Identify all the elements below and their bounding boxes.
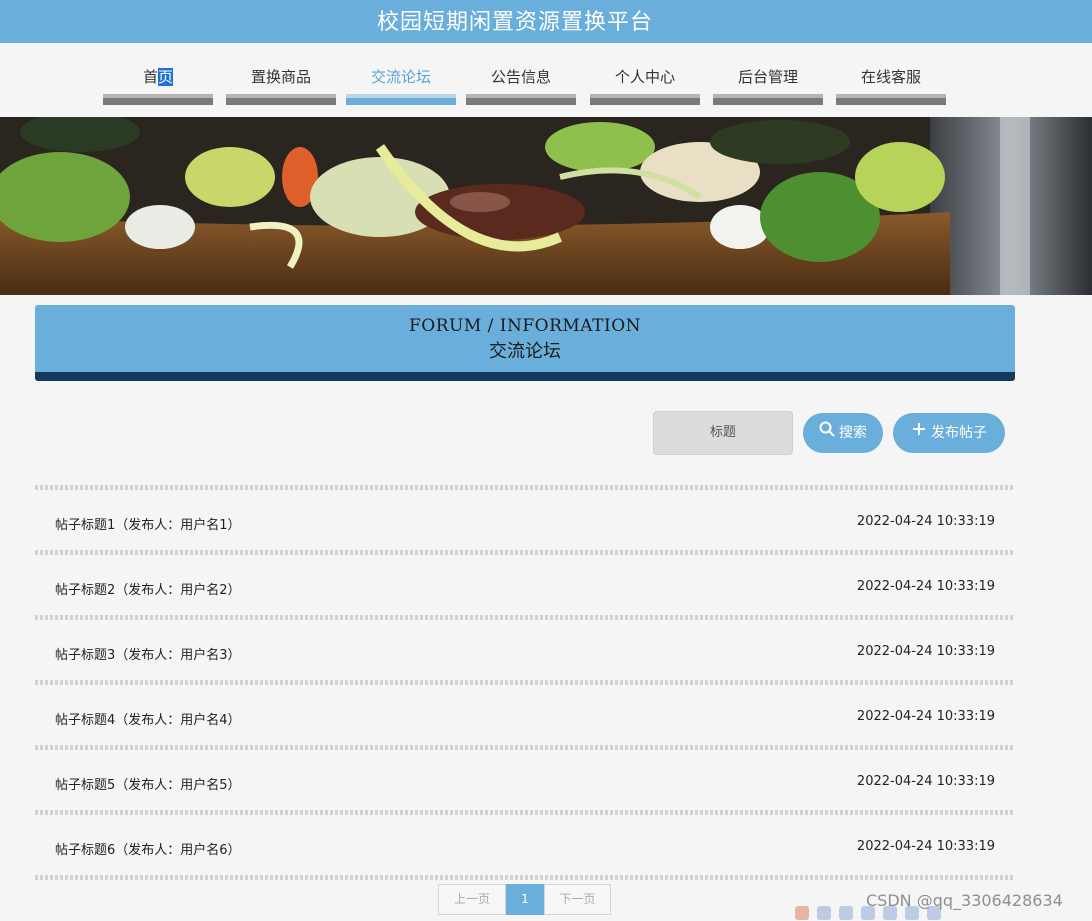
- nav-item-profile[interactable]: 个人中心: [590, 43, 700, 107]
- plus-icon: [911, 413, 927, 453]
- post-time: 2022-04-24 10:33:19: [856, 579, 995, 594]
- post-title[interactable]: 帖子标题1（发布人：用户名1）: [55, 514, 241, 533]
- nav-item-admin[interactable]: 后台管理: [713, 43, 823, 107]
- post-time: 2022-04-24 10:33:19: [856, 774, 995, 789]
- post-time: 2022-04-24 10:33:19: [856, 839, 995, 854]
- nav-underline: [590, 94, 700, 105]
- new-post-button[interactable]: 发布帖子: [893, 413, 1005, 453]
- nav-item-goods[interactable]: 置换商品: [226, 43, 336, 107]
- post-row[interactable]: 帖子标题5（发布人：用户名5） 2022-04-24 10:33:19: [35, 750, 1015, 810]
- post-title[interactable]: 帖子标题2（发布人：用户名2）: [55, 579, 241, 598]
- next-page-button[interactable]: 下一页: [544, 884, 611, 915]
- list-divider: [35, 875, 1015, 880]
- post-row[interactable]: 帖子标题4（发布人：用户名4） 2022-04-24 10:33:19: [35, 685, 1015, 745]
- pagination: 上一页 1 下一页: [438, 884, 611, 915]
- nav-underline: [346, 94, 456, 105]
- nav-item-home-label: 首页: [142, 68, 174, 86]
- post-time: 2022-04-24 10:33:19: [856, 709, 995, 724]
- nav-item-support[interactable]: 在线客服: [836, 43, 946, 107]
- nav-underline: [226, 94, 336, 105]
- section-title-cn: 交流论坛: [489, 341, 561, 362]
- nav-item-label: 交流论坛: [370, 68, 431, 86]
- nav-item-label: 公告信息: [490, 68, 551, 86]
- post-row[interactable]: 帖子标题1（发布人：用户名1） 2022-04-24 10:33:19: [35, 490, 1015, 550]
- nav-underline: [836, 94, 946, 105]
- nav-item-notices[interactable]: 公告信息: [466, 43, 576, 107]
- nav-item-forum[interactable]: 交流论坛: [346, 43, 456, 107]
- post-title[interactable]: 帖子标题3（发布人：用户名3）: [55, 644, 241, 663]
- main-nav: 首页 置换商品 交流论坛 公告信息 个人中心 后台管理 在线客服: [0, 43, 1092, 117]
- nav-underline: [466, 94, 576, 105]
- search-button-label: 搜索: [839, 425, 867, 441]
- new-post-button-label: 发布帖子: [931, 425, 987, 441]
- post-title[interactable]: 帖子标题5（发布人：用户名5）: [55, 774, 241, 793]
- nav-item-label: 个人中心: [614, 68, 675, 86]
- food-banner-illustration: [0, 117, 1092, 295]
- post-title[interactable]: 帖子标题6（发布人：用户名6）: [55, 839, 241, 858]
- post-row[interactable]: 帖子标题2（发布人：用户名2） 2022-04-24 10:33:19: [35, 555, 1015, 615]
- post-title[interactable]: 帖子标题4（发布人：用户名4）: [55, 709, 241, 728]
- post-row[interactable]: 帖子标题6（发布人：用户名6） 2022-04-24 10:33:19: [35, 815, 1015, 875]
- site-title: 校园短期闲置资源置换平台: [376, 10, 653, 35]
- ime-mode-icon: [817, 906, 831, 920]
- prev-page-button[interactable]: 上一页: [438, 884, 506, 915]
- post-row[interactable]: 帖子标题3（发布人：用户名3） 2022-04-24 10:33:19: [35, 620, 1015, 680]
- post-time: 2022-04-24 10:33:19: [856, 514, 995, 529]
- page-number-button[interactable]: 1: [506, 884, 544, 915]
- nav-item-label: 在线客服: [860, 68, 921, 86]
- ime-punct-icon: [839, 906, 853, 920]
- search-input[interactable]: 标题: [653, 411, 793, 455]
- search-button[interactable]: 搜索: [803, 413, 883, 453]
- nav-underline: [713, 94, 823, 105]
- section-title-en: FORUM / INFORMATION: [408, 316, 642, 336]
- nav-item-label: 后台管理: [737, 68, 798, 86]
- nav-item-label: 置换商品: [250, 68, 311, 86]
- nav-underline: [103, 94, 213, 105]
- top-header-bar: 校园短期闲置资源置换平台: [0, 0, 1092, 43]
- banner-image: [0, 117, 1092, 295]
- ime-logo-icon: [795, 906, 809, 920]
- post-time: 2022-04-24 10:33:19: [856, 644, 995, 659]
- section-header: FORUM / INFORMATION 交流论坛: [35, 305, 1015, 381]
- post-list: 帖子标题1（发布人：用户名1） 2022-04-24 10:33:19 帖子标题…: [35, 485, 1015, 880]
- watermark: CSDN @qq_3306428634: [866, 891, 1063, 910]
- search-icon: [819, 413, 835, 453]
- nav-item-home[interactable]: 首页: [103, 43, 213, 107]
